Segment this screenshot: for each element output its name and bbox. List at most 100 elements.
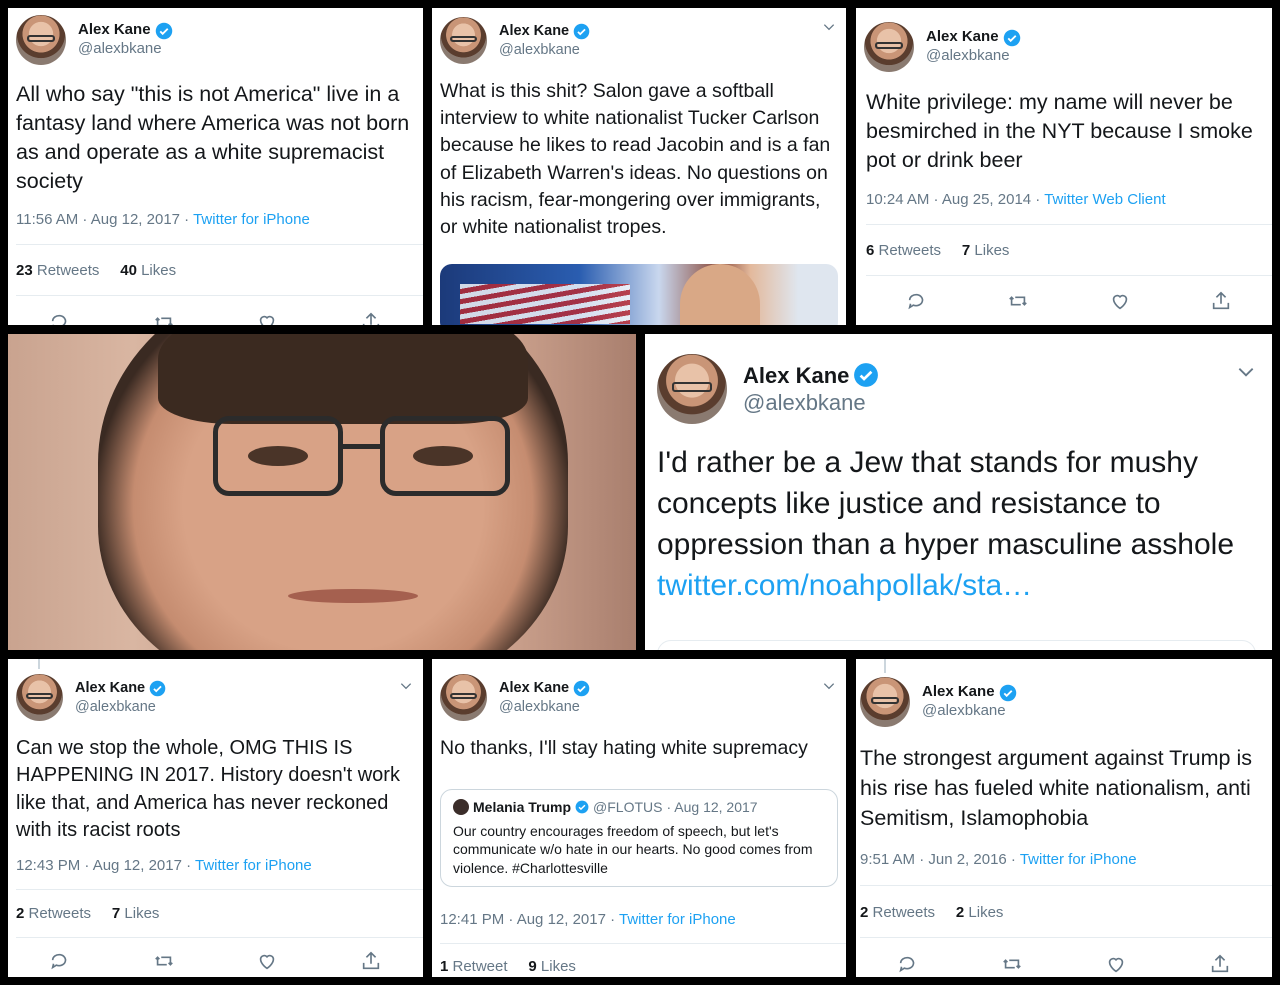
share-icon[interactable] bbox=[1210, 290, 1232, 312]
tweet-source-link[interactable]: Twitter for iPhone bbox=[195, 857, 312, 874]
author-name[interactable]: Alex Kane bbox=[78, 21, 151, 40]
reply-icon[interactable] bbox=[49, 311, 71, 325]
verified-badge-icon bbox=[573, 680, 590, 697]
tweet-text: What is this shit? Salon gave a softball… bbox=[440, 80, 831, 239]
tweet-source-link[interactable]: Twitter for iPhone bbox=[619, 911, 736, 928]
tweet-card-3: Alex Kane @alexbkane White privilege: my… bbox=[856, 8, 1272, 325]
like-count[interactable]: 7 Likes bbox=[112, 905, 160, 922]
like-count[interactable]: 9 Likes bbox=[528, 958, 576, 975]
quoted-tweet[interactable]: Melania Trump @FLOTUS · Aug 12, 2017 Our… bbox=[440, 789, 838, 887]
chevron-down-icon[interactable] bbox=[1236, 362, 1256, 387]
link-preview-image[interactable] bbox=[440, 264, 838, 325]
tweet-text: White privilege: my name will never be b… bbox=[866, 90, 1253, 172]
tweet-source-link[interactable]: Twitter for iPhone bbox=[1020, 851, 1137, 868]
tweet-text: I'd rather be a Jew that stands for mush… bbox=[657, 442, 1267, 606]
tweet-header: Alex Kane @alexbkane bbox=[16, 674, 166, 721]
verified-badge-icon bbox=[999, 684, 1016, 701]
avatar[interactable] bbox=[16, 674, 63, 721]
link-card-edge bbox=[657, 640, 1256, 650]
avatar[interactable] bbox=[440, 674, 487, 721]
like-count[interactable]: 40 Likes bbox=[120, 262, 176, 279]
avatar[interactable] bbox=[657, 354, 727, 424]
divider bbox=[866, 275, 1272, 276]
verified-badge-icon bbox=[1003, 29, 1020, 46]
verified-badge-icon bbox=[575, 800, 589, 814]
tweet-time[interactable]: 11:56 AM · Aug 12, 2017 · bbox=[16, 211, 193, 228]
retweet-count[interactable]: 6 Retweets bbox=[866, 242, 941, 259]
tweet-source-link[interactable]: Twitter for iPhone bbox=[193, 211, 310, 228]
tweet-card-7: Alex Kane @alexbkane The strongest argum… bbox=[856, 659, 1272, 977]
tweet-meta: 12:41 PM · Aug 12, 2017 · Twitter for iP… bbox=[440, 911, 736, 928]
verified-badge-icon bbox=[155, 22, 172, 39]
tweet-card-6: Alex Kane @alexbkane No thanks, I'll sta… bbox=[432, 659, 846, 977]
tweet-time[interactable]: 9:51 AM · Jun 2, 2016 · bbox=[860, 851, 1020, 868]
author-handle[interactable]: @alexbkane bbox=[499, 698, 590, 716]
avatar[interactable] bbox=[440, 17, 487, 64]
retweet-count[interactable]: 2 Retweets bbox=[860, 904, 935, 921]
divider bbox=[16, 937, 423, 938]
retweet-icon[interactable] bbox=[153, 950, 175, 972]
author-name[interactable]: Alex Kane bbox=[743, 362, 849, 390]
quoted-avatar bbox=[453, 799, 469, 816]
avatar[interactable] bbox=[864, 22, 914, 72]
quoted-author-handle: @FLOTUS bbox=[593, 799, 663, 815]
author-handle[interactable]: @alexbkane bbox=[499, 41, 590, 59]
retweet-icon[interactable] bbox=[1001, 953, 1023, 975]
author-handle[interactable]: @alexbkane bbox=[926, 47, 1021, 66]
divider bbox=[860, 885, 1272, 886]
quoted-text: Our country encourages freedom of speech… bbox=[453, 823, 813, 876]
share-icon[interactable] bbox=[360, 950, 382, 972]
tweet-source-link[interactable]: Twitter Web Client bbox=[1044, 191, 1165, 208]
chevron-down-icon[interactable] bbox=[399, 679, 413, 698]
like-count[interactable]: 7 Likes bbox=[962, 242, 1010, 259]
tweet-time[interactable]: 12:43 PM · Aug 12, 2017 · bbox=[16, 857, 195, 874]
retweet-icon[interactable] bbox=[153, 311, 175, 325]
author-handle[interactable]: @alexbkane bbox=[743, 389, 879, 417]
like-count[interactable]: 2 Likes bbox=[956, 904, 1004, 921]
author-name[interactable]: Alex Kane bbox=[75, 679, 145, 697]
reply-icon[interactable] bbox=[897, 953, 919, 975]
author-name[interactable]: Alex Kane bbox=[926, 28, 999, 47]
tweet-time[interactable]: 12:41 PM · Aug 12, 2017 · bbox=[440, 911, 619, 928]
like-icon[interactable] bbox=[1105, 953, 1127, 975]
share-icon[interactable] bbox=[1209, 953, 1231, 975]
tweet-meta: 12:43 PM · Aug 12, 2017 · Twitter for iP… bbox=[16, 857, 312, 874]
tweet-stats: 1 Retweet 9 Likes bbox=[440, 958, 576, 975]
thread-line bbox=[884, 659, 886, 673]
like-icon[interactable] bbox=[1109, 290, 1131, 312]
divider bbox=[866, 224, 1272, 225]
tweet-header: Alex Kane @alexbkane bbox=[16, 15, 173, 65]
tweet-card-5: Alex Kane @alexbkane Can we stop the who… bbox=[8, 659, 423, 977]
tweet-text: All who say "this is not America" live i… bbox=[16, 82, 410, 193]
retweet-count[interactable]: 23 Retweets bbox=[16, 262, 99, 279]
like-icon[interactable] bbox=[256, 950, 278, 972]
retweet-icon[interactable] bbox=[1007, 290, 1029, 312]
like-icon[interactable] bbox=[256, 311, 278, 325]
action-bar bbox=[8, 310, 423, 325]
tweet-text: The strongest argument against Trump is … bbox=[860, 746, 1252, 830]
chevron-down-icon[interactable] bbox=[822, 679, 836, 698]
author-handle[interactable]: @alexbkane bbox=[922, 702, 1017, 721]
retweet-count[interactable]: 1 Retweet bbox=[440, 958, 508, 975]
reply-icon[interactable] bbox=[906, 290, 928, 312]
divider bbox=[16, 295, 423, 296]
author-handle[interactable]: @alexbkane bbox=[78, 40, 173, 59]
author-handle[interactable]: @alexbkane bbox=[75, 698, 166, 716]
tweet-meta: 10:24 AM · Aug 25, 2014 · Twitter Web Cl… bbox=[866, 191, 1166, 208]
tweet-time[interactable]: 10:24 AM · Aug 25, 2014 · bbox=[866, 191, 1044, 208]
author-name[interactable]: Alex Kane bbox=[922, 683, 995, 702]
author-name[interactable]: Alex Kane bbox=[499, 679, 569, 697]
retweet-count[interactable]: 2 Retweets bbox=[16, 905, 91, 922]
tweet-meta: 11:56 AM · Aug 12, 2017 · Twitter for iP… bbox=[16, 211, 310, 228]
chevron-down-icon[interactable] bbox=[822, 20, 836, 39]
reply-icon[interactable] bbox=[49, 950, 71, 972]
quoted-date: · Aug 12, 2017 bbox=[666, 799, 758, 815]
avatar[interactable] bbox=[860, 677, 910, 727]
verified-badge-icon bbox=[149, 680, 166, 697]
avatar[interactable] bbox=[16, 15, 66, 65]
share-icon[interactable] bbox=[360, 311, 382, 325]
tweet-link[interactable]: twitter.com/noahpollak/sta… bbox=[657, 569, 1032, 602]
author-name[interactable]: Alex Kane bbox=[499, 22, 569, 40]
divider bbox=[16, 889, 423, 890]
verified-badge-icon bbox=[854, 363, 879, 388]
